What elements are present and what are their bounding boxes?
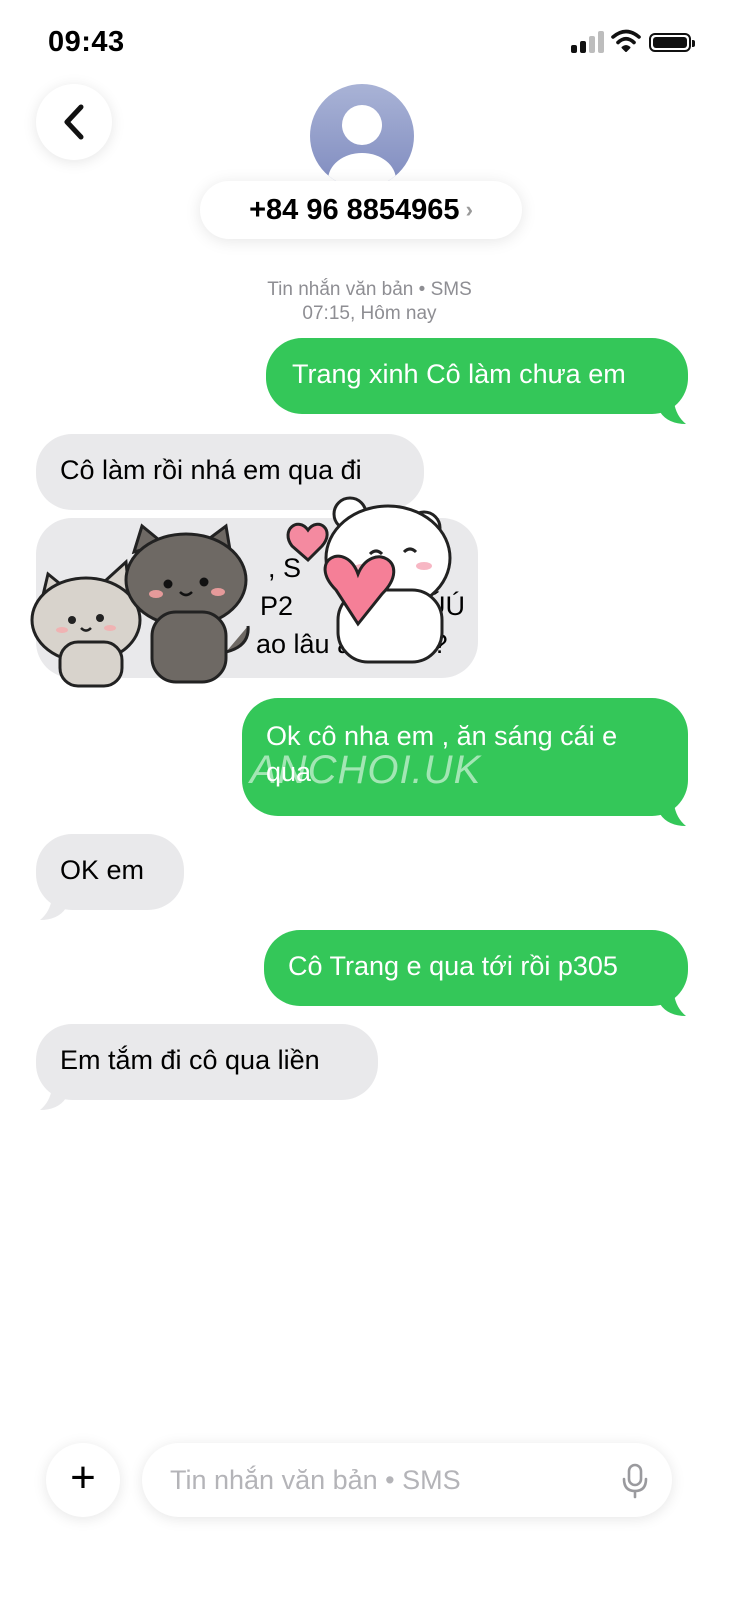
cats-sticker-image: [30, 523, 250, 688]
message-bubble-sent[interactable]: Cô Trang e qua tới rồi p305: [264, 930, 688, 1006]
contact-avatar[interactable]: [310, 84, 414, 188]
bubble-tail: [40, 1088, 66, 1110]
status-time: 09:43: [48, 26, 125, 58]
watermark-text: ANCHOI.UK: [250, 748, 482, 792]
bear-heart-sticker-image: [286, 496, 452, 664]
message-text: Cô làm rồi nhá em qua đi: [60, 455, 362, 485]
contact-number: +84 96 8854965: [249, 193, 460, 226]
cellular-signal-icon: [571, 31, 605, 53]
bubble-tail: [660, 804, 686, 826]
bubble-tail: [40, 898, 66, 920]
message-input[interactable]: [168, 1463, 602, 1497]
chevron-left-icon: [64, 104, 84, 140]
message-text: OK em: [60, 855, 145, 885]
plus-icon: +: [70, 1453, 96, 1502]
back-button[interactable]: [36, 84, 112, 160]
message-bubble-sent[interactable]: Trang xinh Cô làm chưa em: [266, 338, 688, 414]
message-service-label: Tin nhắn văn bản • SMS: [267, 279, 472, 300]
bubble-tail: [660, 994, 686, 1016]
message-bubble-received[interactable]: Em tắm đi cô qua liền: [36, 1024, 378, 1100]
contact-name-button[interactable]: +84 96 8854965 ›: [200, 181, 522, 239]
message-text: Trang xinh Cô làm chưa em: [292, 359, 626, 389]
chevron-right-icon: ›: [465, 197, 473, 222]
person-icon: [328, 105, 396, 188]
message-text: Cô Trang e qua tới rồi p305: [288, 951, 618, 981]
add-attachment-button[interactable]: +: [46, 1443, 120, 1517]
wifi-icon: [611, 29, 641, 52]
message-timestamp: 07:15, Hôm nay: [302, 303, 437, 324]
message-text: Em tắm đi cô qua liền: [60, 1045, 320, 1075]
battery-icon: [649, 33, 695, 52]
microphone-icon[interactable]: [620, 1463, 650, 1499]
bubble-tail: [660, 402, 686, 424]
message-input-container[interactable]: [142, 1443, 672, 1517]
